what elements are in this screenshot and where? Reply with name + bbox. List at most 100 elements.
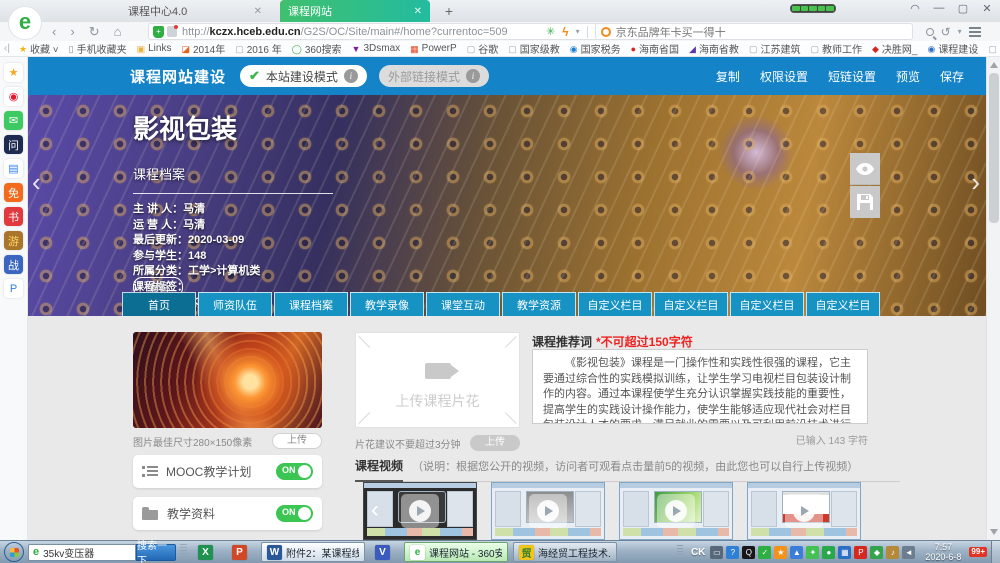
undo-icon[interactable]: ↺ bbox=[941, 25, 951, 39]
page-scrollbar[interactable] bbox=[986, 57, 1000, 540]
video-carousel-prev-icon[interactable]: ‹ bbox=[371, 496, 379, 524]
taskbar-app[interactable]: 贸 海经贸工程技术... bbox=[513, 542, 617, 562]
show-desktop-button[interactable] bbox=[991, 541, 1000, 563]
recommend-textarea[interactable]: 《影视包装》课程是一门操作性和实践性很强的课程，它主要通过综合性的实践模拟训练，… bbox=[532, 349, 868, 424]
site-flag-icon[interactable] bbox=[167, 26, 177, 37]
bookmark-item[interactable]: ▼ 3Dsmax bbox=[347, 41, 406, 56]
play-icon[interactable] bbox=[785, 494, 823, 528]
tray-icon[interactable]: ★ bbox=[774, 546, 787, 559]
tray-grip[interactable] bbox=[677, 545, 683, 560]
browser-tab-course-center[interactable]: 课程中心4.0 ✕ bbox=[120, 0, 270, 22]
home-button[interactable]: ⌂ bbox=[114, 22, 122, 41]
bookmark-item[interactable]: ◢ 海南省教 bbox=[684, 41, 744, 56]
side-panel-icon[interactable]: 免 bbox=[4, 183, 23, 202]
trailer-upload-button[interactable]: 上传 bbox=[470, 435, 520, 451]
tray-icon[interactable]: ✦ bbox=[806, 546, 819, 559]
bookmark-item[interactable]: ▦ PowerP bbox=[405, 41, 462, 56]
forward-button[interactable]: › bbox=[70, 22, 74, 41]
header-action-button[interactable]: 复制 bbox=[716, 68, 740, 85]
site-nav-tab[interactable]: 教学录像 bbox=[350, 292, 424, 316]
bookmark-item[interactable]: ▢ 教师工作 bbox=[805, 41, 867, 56]
banner-next-icon[interactable]: › bbox=[971, 167, 980, 198]
taskbar-app[interactable]: V bbox=[370, 542, 399, 562]
header-action-button[interactable]: 权限设置 bbox=[760, 68, 808, 85]
video-thumbnail[interactable] bbox=[491, 482, 605, 540]
bookmark-item[interactable]: ▢ 国家级教 bbox=[503, 41, 565, 56]
play-icon[interactable] bbox=[529, 494, 567, 528]
minimize-button[interactable]: — bbox=[932, 2, 946, 15]
scrollbar-thumb[interactable] bbox=[989, 73, 999, 223]
scroll-up-icon[interactable] bbox=[990, 62, 998, 68]
video-thumbnail[interactable] bbox=[619, 482, 733, 540]
teaching-material-toggle[interactable]: ON bbox=[276, 505, 313, 522]
bookmark-item[interactable]: ◆ 决胜网_ bbox=[867, 41, 922, 56]
bookmark-item[interactable]: ▯ 手机收藏夹 bbox=[64, 41, 132, 56]
close-button[interactable]: ✕ bbox=[980, 2, 994, 15]
header-action-button[interactable]: 保存 bbox=[940, 68, 964, 85]
start-button[interactable] bbox=[4, 542, 24, 562]
site-nav-tab[interactable]: 师资队伍 bbox=[198, 292, 272, 316]
site-nav-tab[interactable]: 首页 bbox=[122, 292, 196, 316]
side-panel-icon[interactable]: 问 bbox=[4, 135, 23, 154]
undo-caret-icon[interactable]: ▾ bbox=[958, 27, 962, 36]
site-nav-tab[interactable]: 课堂互动 bbox=[426, 292, 500, 316]
taskbar-app[interactable]: e 课程网站 - 360安... bbox=[404, 542, 508, 562]
info-icon[interactable]: i bbox=[344, 69, 358, 83]
browser-search-box[interactable]: 京东品牌年卡买一得十 bbox=[595, 23, 913, 40]
bookmark-item[interactable]: ▣ Links bbox=[132, 41, 177, 56]
cover-upload-button[interactable]: 上传 bbox=[272, 433, 322, 449]
video-thumbnail[interactable] bbox=[363, 482, 477, 540]
side-panel-icon[interactable]: 书 bbox=[4, 207, 23, 226]
search-magnifier-icon[interactable] bbox=[926, 28, 934, 36]
taskbar-search-box[interactable]: e 35kv变压器 bbox=[28, 544, 136, 561]
tray-icon[interactable]: ♪ bbox=[886, 546, 899, 559]
side-panel-icon[interactable]: 战 bbox=[4, 255, 23, 274]
skin-button[interactable]: ◠ bbox=[908, 2, 922, 15]
tray-icon[interactable]: ▦ bbox=[838, 546, 851, 559]
maximize-button[interactable]: ▢ bbox=[956, 2, 970, 15]
speed-bolt-icon[interactable]: ϟ bbox=[562, 25, 568, 39]
site-build-mode-button[interactable]: ✔ 本站建设模式 i bbox=[240, 65, 367, 87]
scroll-down-icon[interactable] bbox=[990, 529, 998, 535]
video-thumbnail[interactable] bbox=[747, 482, 861, 540]
bookmark-item[interactable]: ◉ 国家税务 bbox=[565, 41, 626, 56]
bookmark-item[interactable]: ◉ 课程建设 bbox=[922, 41, 983, 56]
bookmark-item[interactable]: ◯ 360搜索 bbox=[287, 41, 347, 56]
mooc-plan-toggle[interactable]: ON bbox=[276, 463, 313, 480]
site-nav-tab[interactable]: 自定义栏目 bbox=[578, 292, 652, 316]
tab-close-icon[interactable]: ✕ bbox=[246, 6, 262, 17]
site-nav-tab[interactable]: 教学资源 bbox=[502, 292, 576, 316]
bookmark-item[interactable]: ● 海南省国 bbox=[626, 41, 684, 56]
bookmarks-collapse-icon[interactable]: ‹| bbox=[4, 43, 10, 54]
bookmark-item[interactable]: ★ 收藏 ˅ bbox=[14, 41, 64, 56]
tray-icon[interactable]: ▭ bbox=[710, 546, 723, 559]
toolbar-caret-icon[interactable]: ▾ bbox=[576, 27, 580, 36]
side-panel-icon[interactable]: P bbox=[4, 279, 23, 298]
side-panel-icon[interactable]: ✉ bbox=[4, 111, 23, 130]
language-indicator[interactable]: CK bbox=[691, 547, 705, 558]
menu-icon[interactable] bbox=[969, 27, 981, 29]
save-floppy-button[interactable] bbox=[850, 186, 880, 218]
trailer-upload-dropzone[interactable]: 上传课程片花 bbox=[355, 332, 520, 428]
bookmark-item[interactable]: ◪ 2014年 bbox=[176, 41, 230, 56]
bookmark-item[interactable]: ▢ 全国教师 bbox=[983, 41, 996, 56]
taskbar-app[interactable]: P bbox=[227, 542, 256, 562]
site-nav-tab[interactable]: 自定义栏目 bbox=[806, 292, 880, 316]
taskbar-app[interactable]: X bbox=[193, 542, 222, 562]
preview-eye-button[interactable] bbox=[850, 153, 880, 185]
tray-icon[interactable]: P bbox=[854, 546, 867, 559]
play-icon[interactable] bbox=[657, 494, 695, 528]
header-action-button[interactable]: 短链设置 bbox=[828, 68, 876, 85]
extensions-gear-icon[interactable]: ✳ bbox=[546, 25, 555, 38]
banner-prev-icon[interactable]: ‹ bbox=[32, 167, 41, 198]
tray-icon[interactable]: ✓ bbox=[758, 546, 771, 559]
taskbar-search-button[interactable]: 搜索一下 bbox=[136, 544, 176, 561]
info-icon[interactable]: i bbox=[466, 69, 480, 83]
external-link-mode-button[interactable]: 外部链接模式 i bbox=[379, 65, 489, 87]
new-tab-button[interactable]: + bbox=[440, 2, 458, 20]
bookmark-item[interactable]: ▢ 2016 年 bbox=[230, 41, 287, 56]
site-nav-tab[interactable]: 自定义栏目 bbox=[730, 292, 804, 316]
side-panel-icon[interactable]: ★ bbox=[4, 63, 23, 82]
tray-icon[interactable]: ? bbox=[726, 546, 739, 559]
security-shield-icon[interactable]: + bbox=[153, 26, 164, 38]
